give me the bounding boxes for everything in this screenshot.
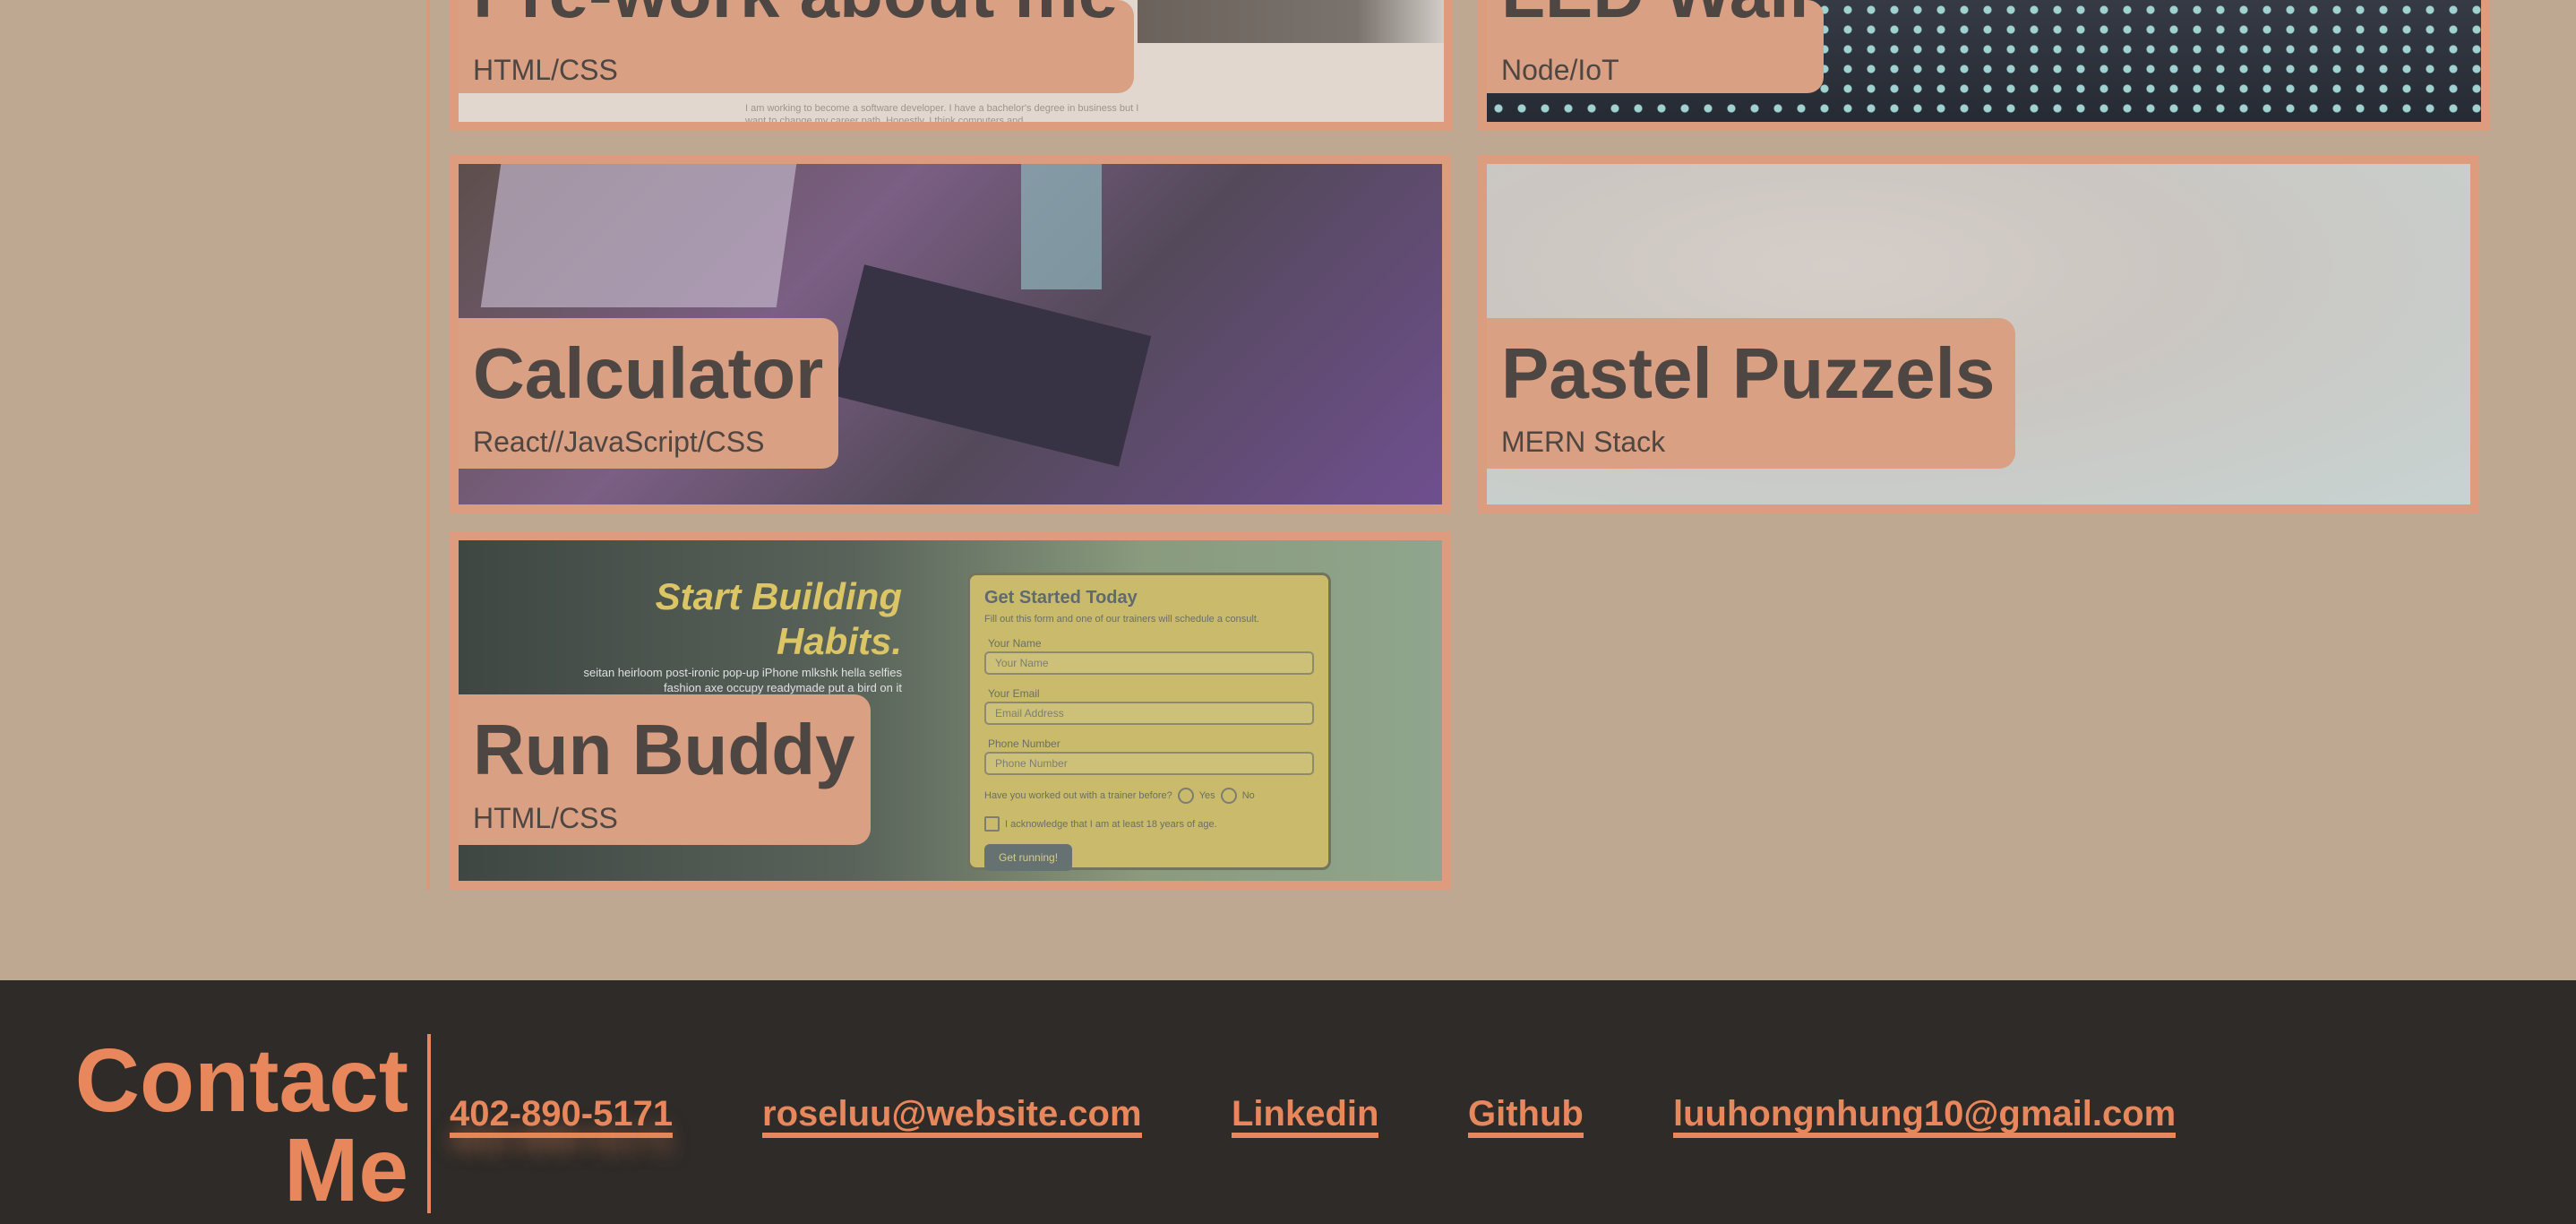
project-title: Pastel Puzzels [1501,333,1996,413]
phone-link[interactable]: 402-890-5171 [450,1095,674,1138]
form-title: Get Started Today [984,588,1138,608]
project-tech: MERN Stack [1501,426,1666,458]
website-email-link[interactable]: roseluu@website.com [762,1095,1142,1138]
no-radio [1220,788,1237,804]
run-buddy-form-preview: Get Started Today Fill out this form and… [967,573,1331,871]
trainer-question-row: Have you worked out with a trainer befor… [984,788,1314,804]
project-tech: React//JavaScript/CSS [473,426,765,458]
name-input: Your Name [984,651,1314,675]
email-label: Your Email [988,687,1040,700]
phone-input: Phone Number [984,752,1314,775]
ack-checkbox [984,816,1000,832]
project-title: Run Buddy [473,710,855,789]
yes-radio [1177,788,1194,804]
project-label: Run Buddy HTML/CSS [459,694,871,845]
gmail-link[interactable]: luuhongnhung10@gmail.com [1673,1095,2177,1138]
form-subtitle: Fill out this form and one of our traine… [984,614,1259,625]
phone-label: Phone Number [988,737,1060,750]
run-buddy-hero: Start Building Habits. [655,575,902,663]
project-tech: HTML/CSS [473,802,618,834]
section-divider [426,0,430,890]
contact-heading-line2: Me [284,1120,408,1220]
linkedin-link[interactable]: Linkedin [1232,1095,1379,1138]
project-title: Pre-work about me [473,0,1118,29]
run-buddy-lorem: seitan heirloom post-ironic pop-up iPhon… [583,666,902,694]
project-label: Pre-work about me HTML/CSS [459,0,1134,93]
contact-heading-line1: Contact [74,1030,408,1131]
ack-row: I acknowledge that I am at least 18 year… [984,816,1314,832]
project-tech: HTML/CSS [473,54,618,86]
project-label: Pastel Puzzels MERN Stack [1487,318,2015,469]
project-title: LED Wall [1501,0,1809,29]
no-label: No [1241,790,1255,801]
footer-divider [427,1034,431,1213]
project-label: Calculator React//JavaScript/CSS [459,318,838,469]
project-tech: Node/IoT [1501,54,1619,86]
project-card-prework[interactable]: I am working to become a software develo… [450,0,1453,131]
project-card-led-wall[interactable]: LED Wall Node/IoT [1478,0,2490,131]
trainer-question: Have you worked out with a trainer befor… [984,790,1172,801]
project-card-run-buddy[interactable]: Start Building Habits. seitan heirloom p… [450,531,1451,890]
contact-footer: Contact Me 402-890-5171 roseluu@website.… [0,980,2576,1224]
contact-heading: Contact Me [75,1036,408,1215]
name-label: Your Name [988,637,1042,650]
project-label: LED Wall Node/IoT [1487,0,1824,93]
project-snippet: I am working to become a software develo… [745,103,1139,127]
github-link[interactable]: Github [1468,1095,1584,1138]
project-card-calculator[interactable]: Calculator React//JavaScript/CSS [450,155,1451,513]
get-running-button: Get running! [984,844,1073,871]
project-title: Calculator [473,333,824,413]
yes-label: Yes [1198,790,1215,801]
ack-label: I acknowledge that I am at least 18 year… [1005,818,1217,830]
project-card-pastel-puzzels[interactable]: Pastel Puzzels MERN Stack [1478,155,2479,513]
email-input: Email Address [984,702,1314,725]
